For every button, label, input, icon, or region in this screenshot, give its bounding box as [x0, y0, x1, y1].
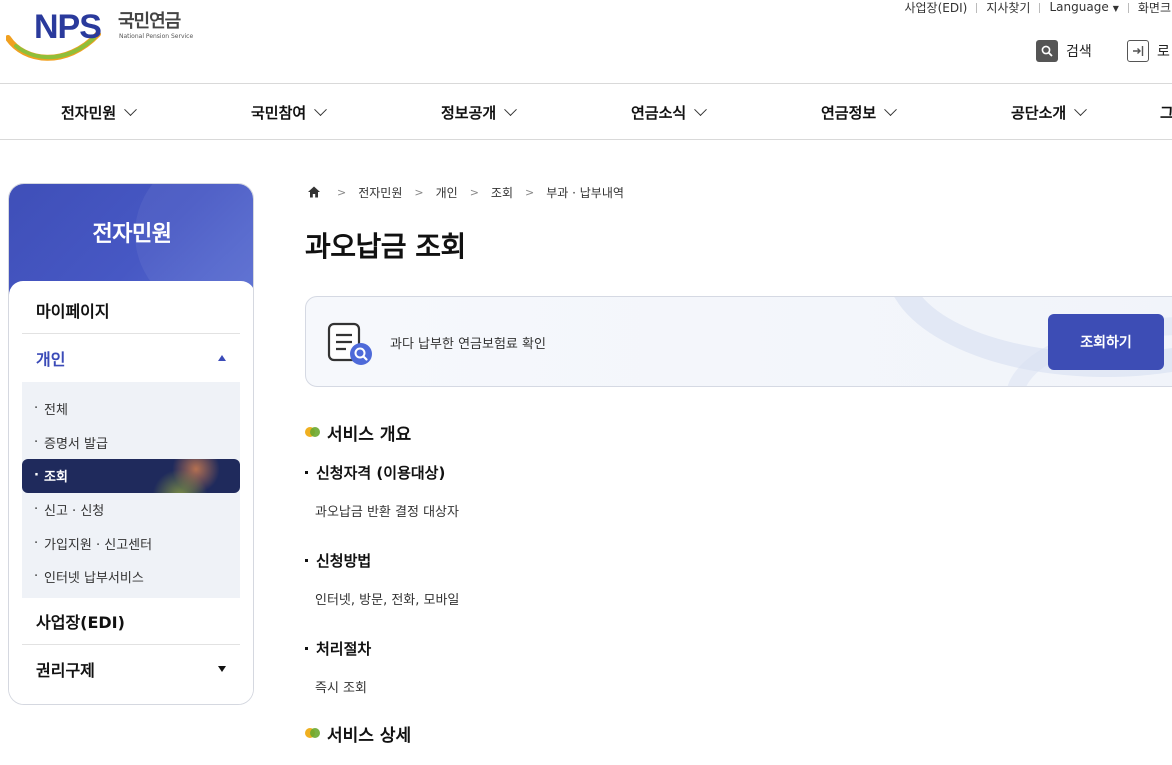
sidebar-subitem-report[interactable]: 신고 · 신청 — [22, 493, 240, 527]
utility-menu: 사업장(EDI) 지사찾기 Language ▼ 화면크 — [895, 0, 1172, 16]
chevron-right-icon: > — [525, 185, 535, 199]
bullet-dot-icon — [305, 726, 321, 740]
breadcrumb: > 전자민원 > 개인 > 조회 > 부과 · 납부내역 — [307, 183, 624, 201]
sidebar-subitem-label: 신고 · 신청 — [44, 504, 105, 520]
sidebar-item-label: 사업장(EDI) — [36, 613, 125, 632]
util-branch-link[interactable]: 지사찾기 — [977, 0, 1039, 16]
nav-item-label: 국민참여 — [251, 103, 307, 122]
sidebar-subitem-all[interactable]: 전체 — [22, 392, 240, 426]
sidebar-subitem-label: 증명서 발급 — [44, 436, 108, 452]
section-title-overview: 서비스 개요 — [305, 421, 412, 445]
nav-item-label: 연금소식 — [631, 103, 687, 122]
page-title: 과오납금 조회 — [305, 230, 466, 263]
sidebar-subitem-certificate[interactable]: 증명서 발급 — [22, 426, 240, 460]
home-icon[interactable] — [307, 185, 321, 199]
section-title-detail: 서비스 상세 — [305, 722, 412, 746]
util-language-label: Language — [1049, 0, 1109, 14]
service-summary-box: 과다 납부한 연금보험료 확인 조회하기 — [305, 296, 1172, 387]
chevron-right-icon: > — [469, 185, 479, 199]
sidebar-item-label: 권리구제 — [36, 660, 95, 680]
sidebar-subitem-label: 전체 — [44, 403, 68, 419]
chevron-down-icon — [1074, 102, 1088, 116]
sidebar-subitem-inquiry[interactable]: 조회 — [22, 459, 240, 493]
logo-name-ko: 국민연금 — [118, 11, 181, 32]
bullet-dot-icon — [305, 425, 321, 439]
nav-item-news[interactable]: 연금소식 — [631, 84, 708, 140]
eligibility-text: 과오납금 반환 결정 대상자 — [315, 505, 459, 520]
sidebar-item-personal[interactable]: 개인 — [22, 334, 240, 381]
main-nav: 전자민원 국민참여 정보공개 연금소식 연금정보 공단소개 그 — [0, 84, 1172, 140]
breadcrumb-item[interactable]: 조회 — [491, 184, 513, 201]
sidebar-title: 전자민원 — [92, 222, 172, 247]
sidebar-item-edi[interactable]: 사업장(EDI) — [22, 598, 240, 645]
nav-item-label: 연금정보 — [821, 103, 877, 122]
nav-item-label: 공단소개 — [1011, 103, 1067, 122]
section-title-label: 서비스 상세 — [327, 725, 412, 746]
service-summary-text: 과다 납부한 연금보험료 확인 — [390, 337, 546, 352]
caret-up-icon — [218, 354, 226, 361]
chevron-down-icon — [694, 102, 708, 116]
sidebar-item-rights-relief[interactable]: 권리구제 — [22, 645, 240, 692]
util-screen-link[interactable]: 화면크 — [1129, 0, 1172, 16]
sidebar-submenu: 전체 증명서 발급 조회 신고 · 신청 가입지원 · 신고센터 인터넷 납부서… — [22, 382, 240, 598]
breadcrumb-item[interactable]: 전자민원 — [358, 184, 402, 201]
subsection-title-process: 처리절차 — [305, 638, 371, 658]
sidebar-item-label: 개인 — [36, 349, 66, 369]
breadcrumb-item-current: 부과 · 납부내역 — [546, 185, 624, 200]
document-search-icon — [327, 322, 372, 365]
sidebar-subitem-label: 가입지원 · 신고센터 — [44, 537, 153, 553]
nav-item-e-civil[interactable]: 전자민원 — [61, 84, 138, 140]
search-label: 검색 — [1066, 44, 1092, 60]
site-header: NPS 국민연금 National Pension Service 사업장(ED… — [0, 0, 1172, 84]
chevron-down-icon — [124, 102, 138, 116]
caret-down-icon: ▼ — [1112, 4, 1119, 13]
nav-item-label: 그 — [1160, 103, 1172, 122]
login-label: 로 — [1157, 44, 1170, 60]
caret-down-icon — [218, 665, 226, 672]
nav-item-participation[interactable]: 국민참여 — [251, 84, 328, 140]
util-language-select[interactable]: Language ▼ — [1040, 0, 1127, 17]
chevron-right-icon: > — [337, 185, 347, 199]
chevron-right-icon: > — [414, 185, 424, 199]
nav-item-disclosure[interactable]: 정보공개 — [441, 84, 518, 140]
search-button[interactable]: 검색 — [1036, 40, 1092, 62]
breadcrumb-item[interactable]: 개인 — [436, 184, 458, 201]
chevron-down-icon — [884, 102, 898, 116]
sidebar-subitem-label: 인터넷 납부서비스 — [44, 571, 144, 587]
sidebar-subitem-support-center[interactable]: 가입지원 · 신고센터 — [22, 526, 240, 560]
nav-item-pension-info[interactable]: 연금정보 — [821, 84, 898, 140]
subsection-title-eligibility: 신청자격 (이용대상) — [305, 462, 445, 482]
nav-item-label: 전자민원 — [61, 103, 117, 122]
sidebar-item-label: 마이페이지 — [36, 302, 110, 321]
sidebar: 전자민원 마이페이지 개인 사업장(EDI) 권리구제 전체 증명서 발급 조회… — [8, 183, 254, 705]
nps-logo[interactable]: NPS 국민연금 National Pension Service — [6, 8, 206, 64]
nav-item-more[interactable]: 그 — [1160, 84, 1172, 140]
section-title-label: 서비스 개요 — [327, 424, 412, 445]
sidebar-item-mypage[interactable]: 마이페이지 — [22, 287, 240, 334]
chevron-down-icon — [504, 102, 518, 116]
method-text: 인터넷, 방문, 전화, 모바일 — [315, 593, 460, 608]
inquiry-button[interactable]: 조회하기 — [1048, 314, 1164, 370]
sidebar-subitem-online-payment[interactable]: 인터넷 납부서비스 — [22, 560, 240, 594]
logo-name-en: National Pension Service — [119, 33, 194, 40]
logo-brand: NPS — [34, 8, 102, 46]
util-edi-link[interactable]: 사업장(EDI) — [895, 0, 976, 16]
login-icon — [1127, 40, 1149, 62]
nav-item-label: 정보공개 — [441, 103, 497, 122]
subsection-title-method: 신청방법 — [305, 550, 371, 570]
chevron-down-icon — [314, 102, 328, 116]
sidebar-subitem-label: 조회 — [44, 470, 68, 486]
search-icon — [1036, 40, 1058, 62]
process-text: 즉시 조회 — [315, 681, 367, 696]
nav-item-about[interactable]: 공단소개 — [1011, 84, 1088, 140]
login-button[interactable]: 로 — [1127, 40, 1170, 62]
